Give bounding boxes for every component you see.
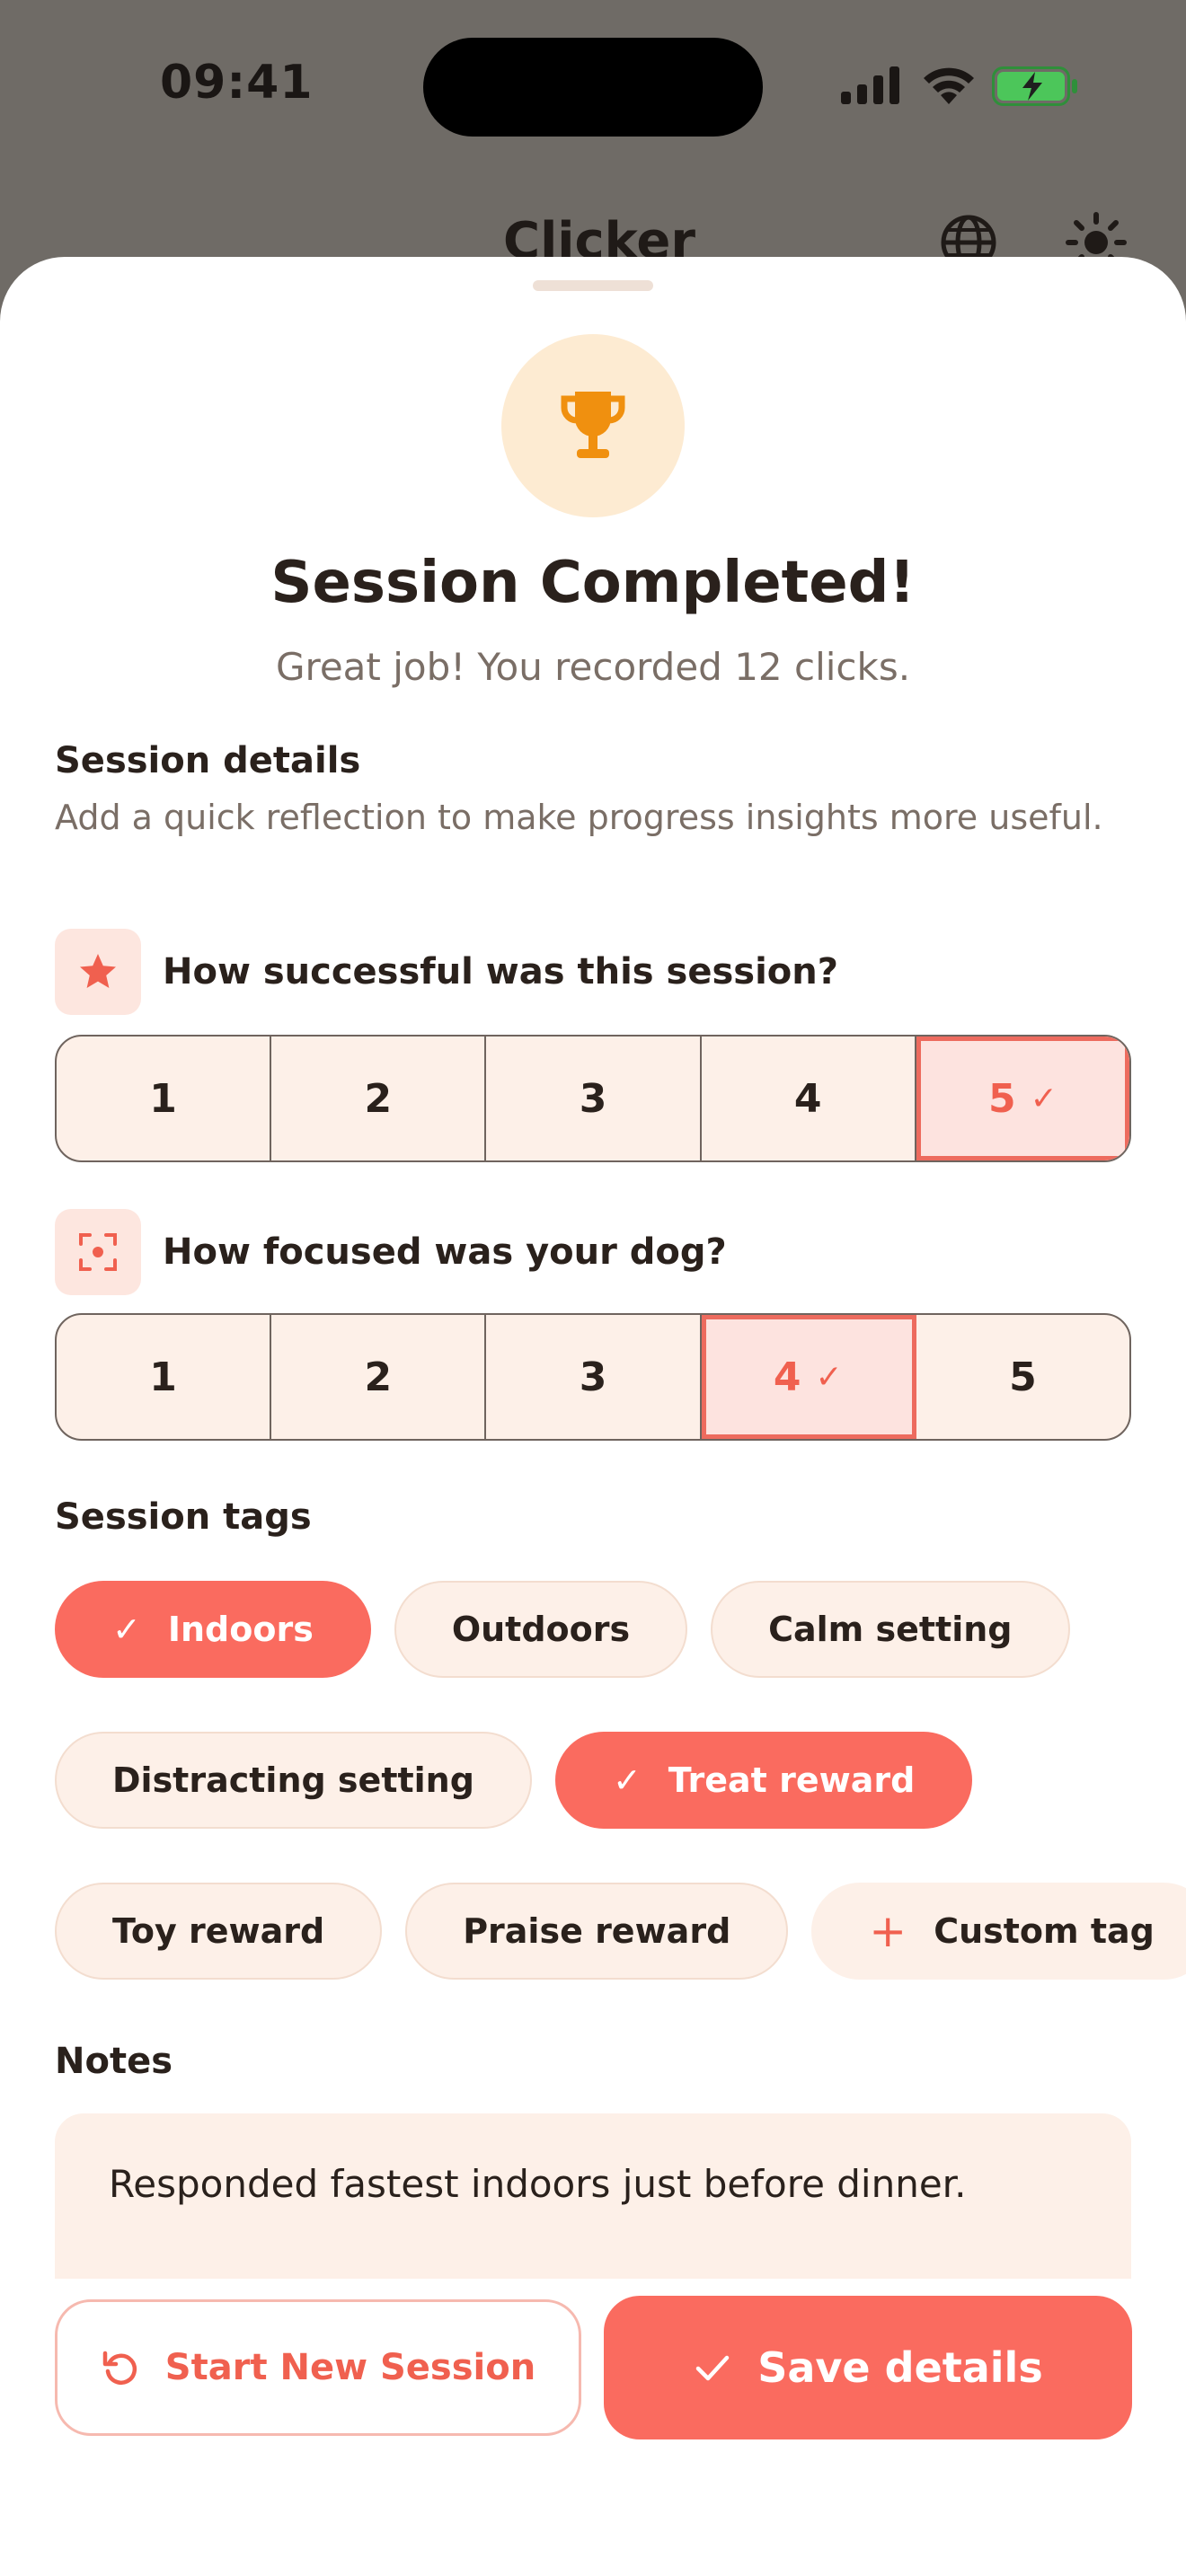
focus-rating: 1 2 3 4 ✓ 5: [55, 1313, 1131, 1441]
tag-toy-reward[interactable]: Toy reward: [55, 1883, 383, 1980]
tag-treat-reward[interactable]: ✓ Treat reward: [554, 1732, 973, 1829]
session-tags-heading: Session tags: [55, 1496, 312, 1538]
tag-outdoors[interactable]: Outdoors: [394, 1581, 688, 1678]
tag-label: Indoors: [167, 1610, 314, 1649]
trophy-icon: [561, 392, 625, 458]
battery-charging-icon: [992, 66, 1077, 106]
success-rating: 1 2 3 4 5 ✓: [55, 1035, 1131, 1162]
dynamic-island: [423, 38, 763, 137]
sheet-title: Session Completed!: [270, 550, 916, 616]
success-rating-5[interactable]: 5 ✓: [916, 1037, 1129, 1160]
star-icon: [55, 929, 141, 1015]
save-details-label: Save details: [757, 2343, 1043, 2392]
tags-row-3: Toy reward Praise reward + Custom tag: [55, 1883, 1186, 1980]
success-rating-4[interactable]: 4: [702, 1037, 916, 1160]
check-icon: ✓: [815, 1358, 843, 1396]
tags-row-2: Distracting setting ✓ Treat reward: [55, 1732, 996, 1829]
plus-icon: +: [869, 1905, 907, 1957]
tag-distracting-setting[interactable]: Distracting setting: [55, 1732, 532, 1829]
focus-rating-3[interactable]: 3: [486, 1315, 702, 1439]
add-custom-tag-button[interactable]: + Custom tag: [811, 1883, 1186, 1980]
tag-praise-reward[interactable]: Praise reward: [405, 1883, 789, 1980]
wifi-icon: [924, 67, 974, 104]
focus-target-icon: [55, 1209, 141, 1295]
session-details-description: Add a quick reflection to make progress …: [55, 798, 1103, 837]
rating-value: 4: [793, 1075, 822, 1122]
focus-rating-5[interactable]: 5: [916, 1315, 1129, 1439]
restart-icon: [102, 2351, 137, 2385]
check-icon: ✓: [112, 1610, 141, 1649]
check-icon: [696, 2355, 730, 2381]
check-icon: ✓: [1030, 1080, 1058, 1117]
rating-value: 3: [579, 1075, 607, 1122]
focus-rating-4[interactable]: 4 ✓: [701, 1315, 916, 1439]
rating-value: 2: [364, 1075, 393, 1122]
start-new-session-label: Start New Session: [164, 2347, 536, 2388]
sheet-subtitle: Great job! You recorded 12 clicks.: [275, 645, 911, 689]
success-question: How successful was this session?: [55, 929, 838, 1015]
focus-question-label: How focused was your dog?: [163, 1231, 727, 1273]
tag-label: Outdoors: [451, 1610, 631, 1649]
start-new-session-button[interactable]: Start New Session: [55, 2299, 581, 2436]
check-icon: ✓: [612, 1760, 642, 1800]
tag-label: Calm setting: [768, 1610, 1013, 1649]
tag-label: Toy reward: [112, 1911, 325, 1951]
success-rating-1[interactable]: 1: [57, 1037, 272, 1160]
focus-rating-2[interactable]: 2: [271, 1315, 487, 1439]
tag-label: Distracting setting: [112, 1760, 474, 1800]
tag-label: Treat reward: [668, 1760, 916, 1800]
tag-calm-setting[interactable]: Calm setting: [711, 1581, 1070, 1678]
tag-label: Praise reward: [463, 1911, 731, 1951]
tags-row-1: ✓ Indoors Outdoors Calm setting: [55, 1581, 1093, 1678]
rating-value: 3: [579, 1354, 607, 1400]
rating-value: 4: [773, 1354, 801, 1400]
tag-indoors[interactable]: ✓ Indoors: [55, 1581, 371, 1678]
trophy-badge: [501, 334, 685, 517]
cellular-signal-icon: [841, 66, 899, 104]
rating-value: 1: [149, 1075, 177, 1122]
success-rating-2[interactable]: 2: [271, 1037, 487, 1160]
save-details-button[interactable]: Save details: [604, 2296, 1132, 2439]
rating-value: 1: [149, 1354, 177, 1400]
rating-value: 2: [364, 1354, 393, 1400]
notes-field[interactable]: Responded fastest indoors just before di…: [55, 2113, 1131, 2279]
session-complete-sheet: Session Completed! Great job! You record…: [0, 257, 1186, 2576]
status-time: 09:41: [160, 56, 314, 110]
success-rating-3[interactable]: 3: [486, 1037, 702, 1160]
success-question-label: How successful was this session?: [163, 951, 838, 992]
session-details-heading: Session details: [55, 740, 361, 781]
notes-text: Responded fastest indoors just before di…: [109, 2162, 967, 2206]
rating-value: 5: [1009, 1354, 1037, 1400]
sheet-grabber[interactable]: [533, 280, 653, 291]
rating-value: 5: [988, 1075, 1016, 1122]
notes-heading: Notes: [55, 2041, 173, 2082]
focus-question: How focused was your dog?: [55, 1209, 727, 1295]
focus-rating-1[interactable]: 1: [57, 1315, 272, 1439]
custom-tag-label: Custom tag: [934, 1911, 1155, 1951]
status-bar: 09:41: [0, 0, 1186, 171]
